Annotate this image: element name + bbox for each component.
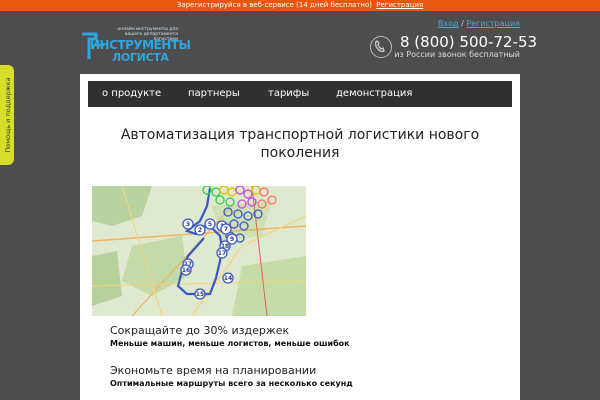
route-map: 3 2 5 1 7 9 18 17 17 16 14 15 <box>92 186 306 316</box>
site-logo[interactable]: онлайн инструменты для вашего департамен… <box>80 27 191 64</box>
promo-register-link[interactable]: Регистрация <box>376 1 423 9</box>
svg-text:7: 7 <box>224 226 228 233</box>
svg-text:17: 17 <box>218 250 226 257</box>
feature-title-costs: Сокращайте до 30% издержек <box>110 324 290 337</box>
feature-title-time: Экономьте время на планировании <box>110 364 317 377</box>
logo-word-logist: ЛОГИСТА <box>112 51 169 64</box>
nav-item-demo[interactable]: демонстрация <box>336 81 412 107</box>
svg-text:5: 5 <box>208 221 212 228</box>
phone-number[interactable]: 8 (800) 500-72-53 <box>400 33 537 51</box>
support-label: Помощь и поддержка <box>4 77 12 153</box>
nav-item-product[interactable]: о продукте <box>102 81 161 107</box>
hero-title: Автоматизация транспортной логистики нов… <box>120 127 480 161</box>
svg-text:9: 9 <box>230 236 234 243</box>
login-link[interactable]: Вход <box>438 19 459 28</box>
svg-text:3: 3 <box>186 221 190 228</box>
feature-subtitle-costs: Меньше машин, меньше логистов, меньше ош… <box>110 339 350 348</box>
svg-text:16: 16 <box>182 267 190 274</box>
phone-note: из России звонок бесплатный <box>394 50 520 59</box>
feature-subtitle-time: Оптимальные маршруты всего за несколько … <box>110 379 353 388</box>
main-nav: о продукте партнеры тарифы демонстрация <box>88 81 512 107</box>
auth-separator: / <box>461 19 464 28</box>
svg-text:14: 14 <box>224 275 232 282</box>
svg-text:15: 15 <box>196 291 204 298</box>
phone-icon <box>370 36 392 58</box>
auth-links: Вход / Регистрация <box>438 19 520 28</box>
svg-text:2: 2 <box>198 227 202 234</box>
nav-item-pricing[interactable]: тарифы <box>268 81 309 107</box>
logo-word-instruments: ИНСТРУМЕНТЫ <box>90 38 191 52</box>
promo-bar: Зарегистрируйся в веб-сервисе (14 дней б… <box>0 0 600 11</box>
promo-text: Зарегистрируйся в веб-сервисе (14 дней б… <box>176 1 373 9</box>
nav-item-partners[interactable]: партнеры <box>188 81 240 107</box>
register-link[interactable]: Регистрация <box>466 19 520 28</box>
support-tab[interactable]: Помощь и поддержка <box>0 65 14 165</box>
